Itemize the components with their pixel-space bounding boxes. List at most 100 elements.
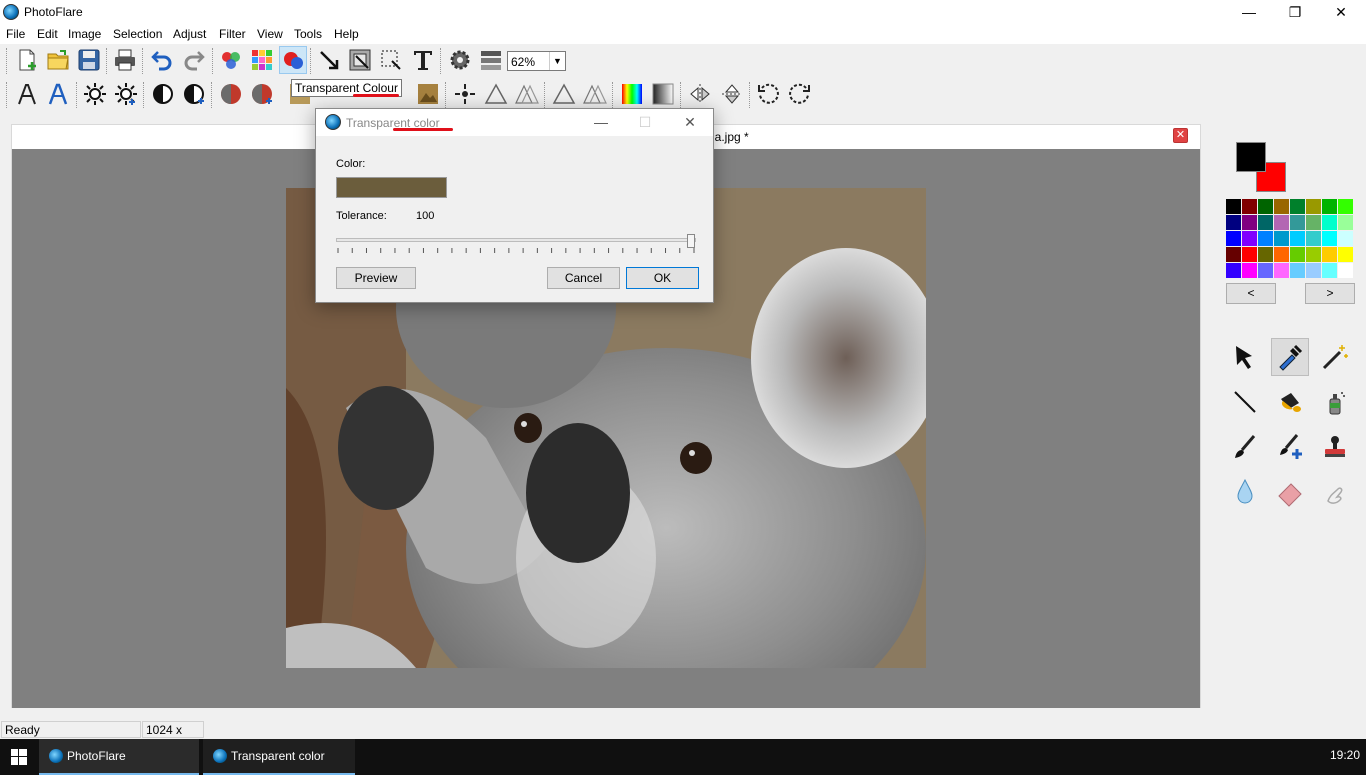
- toolbar-grip[interactable]: [106, 48, 109, 74]
- palette-color-swatch[interactable]: [1338, 215, 1354, 231]
- toolbar-grip[interactable]: [6, 48, 9, 74]
- palette-color-swatch[interactable]: [1274, 263, 1290, 279]
- redo-button[interactable]: [180, 46, 208, 74]
- gradient-button[interactable]: [618, 80, 646, 108]
- palette-color-swatch[interactable]: [1226, 263, 1242, 279]
- menu-selection[interactable]: Selection: [113, 27, 162, 41]
- pointer-tool[interactable]: [1226, 338, 1264, 376]
- close-icon[interactable]: ✕: [1173, 128, 1188, 143]
- palette-color-swatch[interactable]: [1338, 247, 1354, 263]
- palette-color-swatch[interactable]: [1290, 199, 1306, 215]
- eraser-tool[interactable]: [1271, 473, 1309, 511]
- ok-button[interactable]: OK: [626, 267, 699, 289]
- palette-color-swatch[interactable]: [1322, 247, 1338, 263]
- palette-color-swatch[interactable]: [1322, 263, 1338, 279]
- blur-tool[interactable]: [1226, 473, 1264, 511]
- line-tool[interactable]: [1226, 383, 1264, 421]
- magic-wand-tool[interactable]: [1316, 338, 1354, 376]
- rotate-left-button[interactable]: [754, 80, 782, 108]
- undo-button[interactable]: [148, 46, 176, 74]
- taskbar-item-transparent-color[interactable]: Transparent color: [203, 739, 355, 775]
- sharpen-button[interactable]: [550, 80, 578, 108]
- menu-image[interactable]: Image: [68, 27, 101, 41]
- contrast-down-button[interactable]: [149, 80, 177, 108]
- palette-color-swatch[interactable]: [1226, 215, 1242, 231]
- color-picker-tool[interactable]: [1271, 338, 1309, 376]
- save-button[interactable]: [75, 46, 103, 74]
- palette-color-swatch[interactable]: [1338, 199, 1354, 215]
- minimize-button[interactable]: —: [1226, 0, 1272, 24]
- rotate-right-button[interactable]: [786, 80, 814, 108]
- palette-color-swatch[interactable]: [1258, 199, 1274, 215]
- dialog-minimize-button[interactable]: —: [579, 112, 623, 132]
- start-button[interactable]: [0, 739, 38, 775]
- palette-color-swatch[interactable]: [1306, 263, 1322, 279]
- palette-color-swatch[interactable]: [1258, 263, 1274, 279]
- toolbar-grip[interactable]: [6, 82, 9, 108]
- tolerance-slider-handle[interactable]: [687, 234, 695, 248]
- saturation-down-button[interactable]: [217, 80, 245, 108]
- resize-canvas-button[interactable]: [346, 46, 374, 74]
- menu-edit[interactable]: Edit: [37, 27, 58, 41]
- brightness-up-button[interactable]: [112, 80, 140, 108]
- sharpen-more-button[interactable]: [581, 80, 609, 108]
- print-button[interactable]: [111, 46, 139, 74]
- toolbar-grip[interactable]: [142, 48, 145, 74]
- explode-button[interactable]: [451, 80, 479, 108]
- menu-filter[interactable]: Filter: [219, 27, 246, 41]
- palette-color-swatch[interactable]: [1226, 247, 1242, 263]
- preview-button[interactable]: Preview: [336, 267, 416, 289]
- crop-selection-button[interactable]: [377, 46, 405, 74]
- palette-color-swatch[interactable]: [1242, 231, 1258, 247]
- palette-color-swatch[interactable]: [1322, 199, 1338, 215]
- tolerance-slider-track[interactable]: [336, 238, 696, 242]
- palette-color-swatch[interactable]: [1258, 231, 1274, 247]
- smudge-tool[interactable]: [1316, 473, 1354, 511]
- dialog-title-bar[interactable]: Transparent color — ☐ ✕: [316, 109, 713, 136]
- palette-color-swatch[interactable]: [1290, 231, 1306, 247]
- open-file-button[interactable]: [44, 46, 72, 74]
- flip-vertical-button[interactable]: [718, 80, 746, 108]
- foreground-color-swatch[interactable]: [1236, 142, 1266, 172]
- palette-color-swatch[interactable]: [1274, 199, 1290, 215]
- palette-color-swatch[interactable]: [1322, 215, 1338, 231]
- palette-prev-button[interactable]: <: [1226, 283, 1276, 304]
- shadow-text-button[interactable]: [44, 80, 72, 108]
- palette-color-swatch[interactable]: [1338, 263, 1354, 279]
- menu-file[interactable]: File: [6, 27, 25, 41]
- saturation-up-button[interactable]: [248, 80, 276, 108]
- toolbar-grip[interactable]: [212, 48, 215, 74]
- palette-color-swatch[interactable]: [1322, 231, 1338, 247]
- cancel-button[interactable]: Cancel: [547, 267, 620, 289]
- contrast-up-button[interactable]: [180, 80, 208, 108]
- layers-button[interactable]: [477, 46, 505, 74]
- spray-can-tool[interactable]: [1316, 383, 1354, 421]
- settings-button[interactable]: [446, 46, 474, 74]
- flip-horizontal-button[interactable]: [686, 80, 714, 108]
- toolbar-grip[interactable]: [440, 48, 443, 74]
- palette-color-swatch[interactable]: [1306, 231, 1322, 247]
- implode-button[interactable]: [482, 80, 510, 108]
- outline-text-button[interactable]: [13, 80, 41, 108]
- palette-color-swatch[interactable]: [1290, 215, 1306, 231]
- toolbar-grip[interactable]: [544, 82, 547, 108]
- toolbar-grip[interactable]: [211, 82, 214, 108]
- sepia-button[interactable]: [414, 80, 442, 108]
- toolbar-grip[interactable]: [749, 82, 752, 108]
- chevron-down-icon[interactable]: ▼: [549, 52, 565, 70]
- palette-color-swatch[interactable]: [1242, 247, 1258, 263]
- new-file-button[interactable]: [13, 46, 41, 74]
- maximize-button[interactable]: ❐: [1272, 0, 1318, 24]
- palette-color-swatch[interactable]: [1258, 247, 1274, 263]
- palette-color-swatch[interactable]: [1306, 215, 1322, 231]
- palette-color-swatch[interactable]: [1242, 199, 1258, 215]
- palette-color-swatch[interactable]: [1258, 215, 1274, 231]
- palette-color-swatch[interactable]: [1226, 199, 1242, 215]
- palette-color-swatch[interactable]: [1242, 215, 1258, 231]
- brightness-down-button[interactable]: [81, 80, 109, 108]
- menu-adjust[interactable]: Adjust: [173, 27, 206, 41]
- transparent-colour-button[interactable]: [279, 46, 307, 74]
- toolbar-grip[interactable]: [612, 82, 615, 108]
- menu-view[interactable]: View: [257, 27, 283, 41]
- channels-button[interactable]: [217, 46, 245, 74]
